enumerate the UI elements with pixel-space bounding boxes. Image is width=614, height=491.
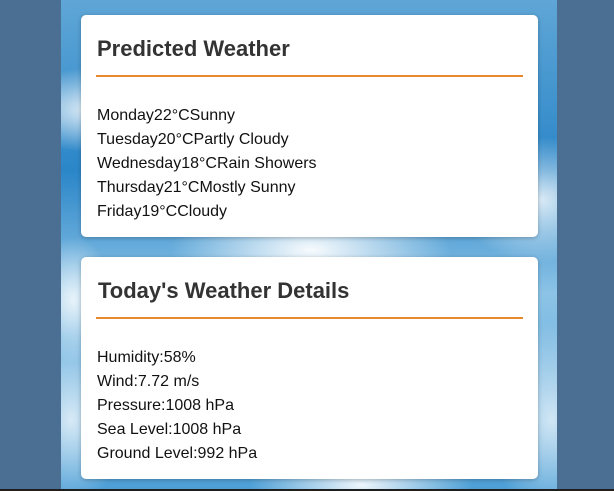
forecast-condition: Partly Cloudy <box>193 131 289 148</box>
forecast-list: Monday22°CSunny Tuesday20°CPartly Cloudy… <box>97 104 317 224</box>
forecast-card: Predicted Weather Monday22°CSunny Tuesda… <box>81 15 538 237</box>
detail-item: Wind:7.72 m/s <box>97 370 257 394</box>
detail-value: 992 hPa <box>197 445 258 462</box>
detail-item: Sea Level:1008 hPa <box>97 418 257 442</box>
forecast-title-divider <box>96 75 523 77</box>
forecast-temp: 21°C <box>163 179 200 196</box>
forecast-temp: 19°C <box>141 203 178 220</box>
forecast-day: Thursday <box>97 179 164 196</box>
forecast-day: Tuesday <box>97 131 158 148</box>
forecast-condition: Mostly Sunny <box>199 179 296 196</box>
forecast-temp: 18°C <box>181 155 217 172</box>
detail-value: 1008 hPa <box>172 421 242 438</box>
details-card: Today's Weather Details Humidity:58% Win… <box>81 257 538 479</box>
details-list: Humidity:58% Wind:7.72 m/s Pressure:1008… <box>97 346 257 466</box>
detail-item: Humidity:58% <box>97 346 257 370</box>
forecast-item: Friday19°CCloudy <box>97 200 317 224</box>
forecast-condition: Sunny <box>189 107 236 124</box>
detail-value: 58% <box>163 349 196 366</box>
forecast-day: Monday <box>97 107 154 124</box>
detail-value: 1008 hPa <box>165 397 234 414</box>
forecast-temp: 20°C <box>157 131 194 148</box>
details-title: Today's Weather Details <box>98 278 350 303</box>
detail-item: Pressure:1008 hPa <box>97 394 257 418</box>
forecast-title: Predicted Weather <box>97 36 290 61</box>
details-title-divider <box>96 317 523 319</box>
detail-label: Humidity: <box>97 349 164 366</box>
forecast-condition: Cloudy <box>177 203 228 220</box>
forecast-item: Monday22°CSunny <box>97 104 317 128</box>
forecast-item: Thursday21°CMostly Sunny <box>97 176 317 200</box>
forecast-day: Friday <box>97 203 142 220</box>
detail-label: Wind: <box>97 373 138 390</box>
detail-label: Sea Level: <box>97 421 173 438</box>
detail-label: Pressure: <box>97 397 166 414</box>
detail-label: Ground Level: <box>97 445 198 462</box>
detail-value: 7.72 m/s <box>137 373 200 390</box>
forecast-item: Wednesday18°CRain Showers <box>97 152 317 176</box>
detail-item: Ground Level:992 hPa <box>97 442 257 466</box>
forecast-temp: 22°C <box>153 107 190 124</box>
forecast-condition: Rain Showers <box>216 155 317 172</box>
forecast-day: Wednesday <box>97 155 182 172</box>
forecast-item: Tuesday20°CPartly Cloudy <box>97 128 317 152</box>
